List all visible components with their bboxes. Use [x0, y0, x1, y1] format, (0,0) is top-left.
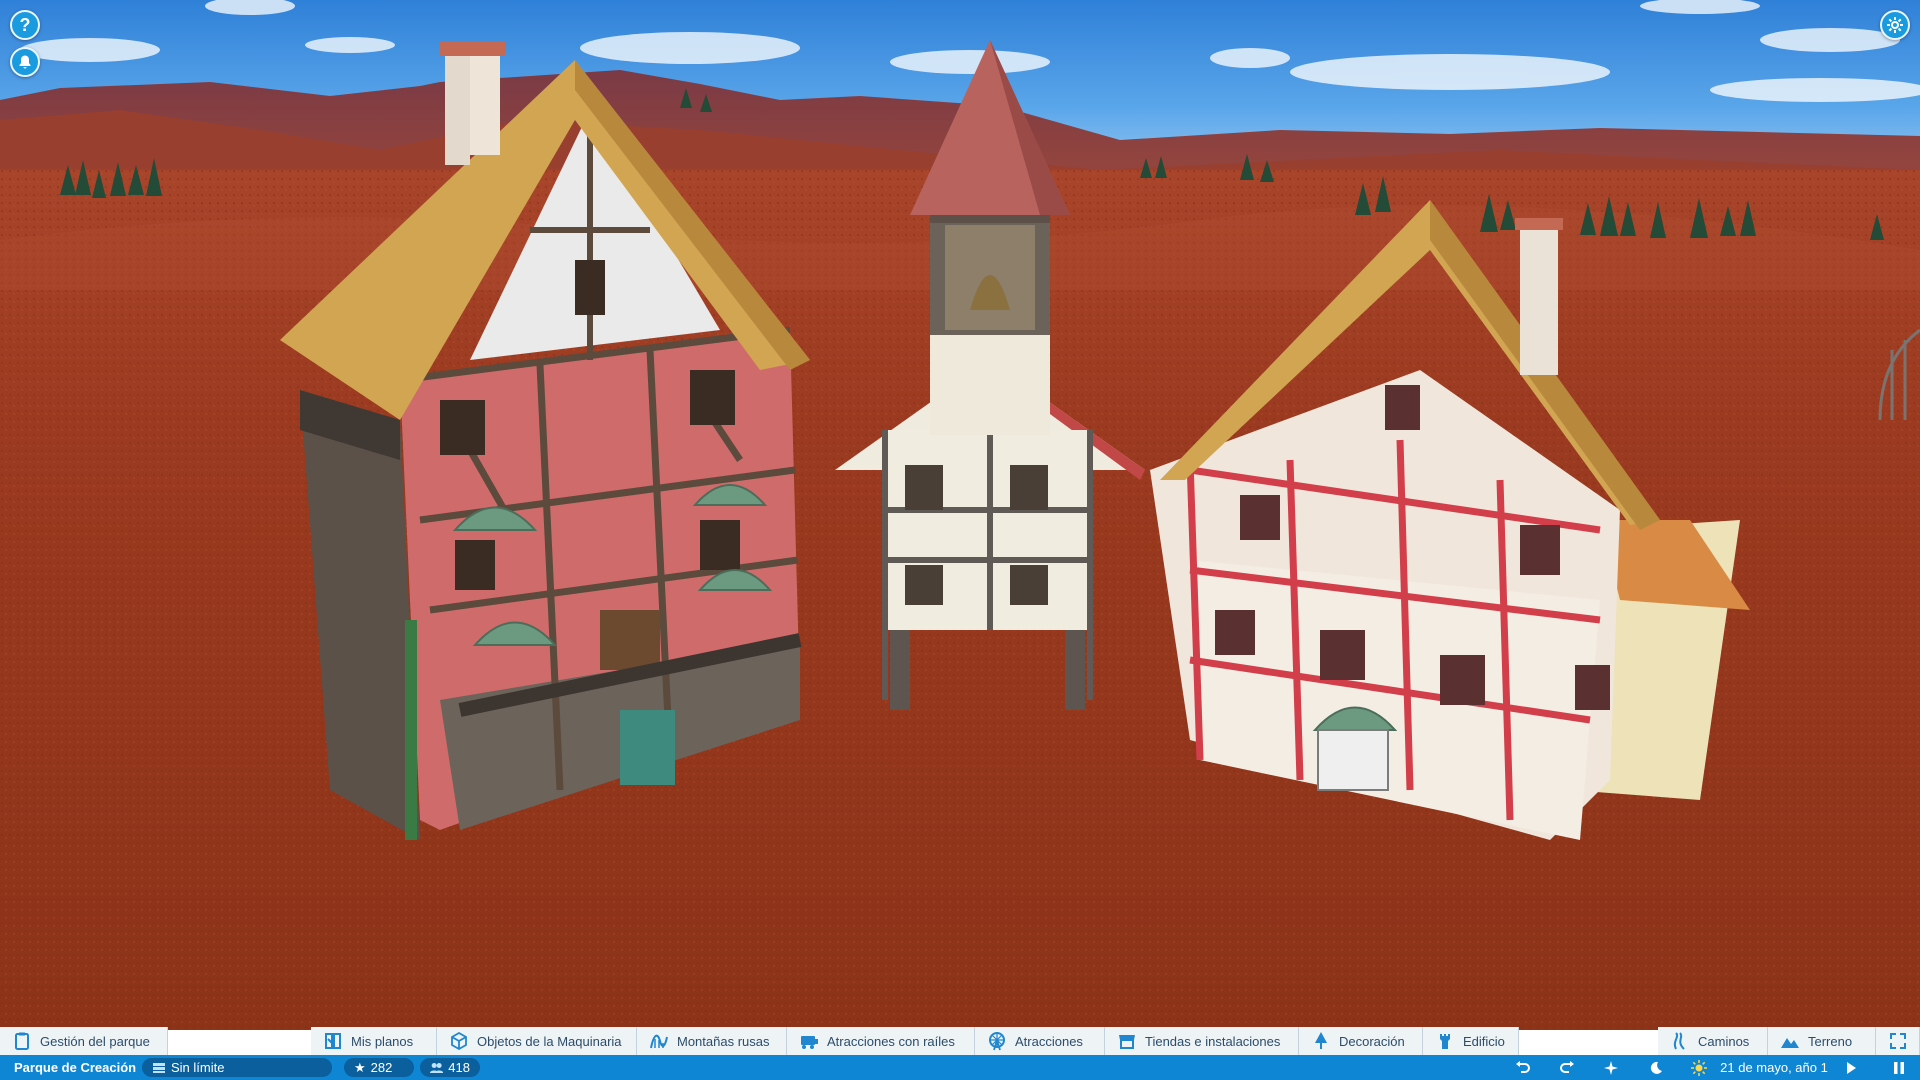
guests-icon: [430, 1062, 444, 1073]
toolbar-label: Montañas rusas: [677, 1033, 770, 1049]
clipboard-icon: [15, 1032, 29, 1050]
expand-button[interactable]: [1876, 1027, 1920, 1055]
park-management-button[interactable]: Gestión del parque: [0, 1027, 168, 1055]
toolbar-label: Terreno: [1808, 1033, 1853, 1049]
toolbar-label: Atracciones con raíles: [827, 1033, 955, 1049]
blueprint-icon: [325, 1033, 341, 1049]
sparkle-button[interactable]: [1602, 1059, 1620, 1077]
date-display[interactable]: 21 de mayo, año 1: [1714, 1058, 1834, 1077]
shop-icon: [1119, 1035, 1135, 1049]
speed-play-button[interactable]: [1842, 1059, 1860, 1077]
guest-count[interactable]: 418: [420, 1058, 480, 1077]
toolbar-building[interactable]: Edificio: [1423, 1027, 1519, 1055]
day-night-button[interactable]: [1646, 1059, 1664, 1077]
star-icon: ★: [354, 1059, 366, 1075]
ferris-wheel-icon: [989, 1032, 1005, 1051]
guests-value: 418: [448, 1060, 470, 1075]
build-toolbar: Gestión del parque Mis planos Objetos de…: [0, 1027, 1920, 1055]
path-icon: [1673, 1032, 1685, 1050]
sun-icon: [1691, 1059, 1707, 1076]
date-value: 21 de mayo, año 1: [1720, 1060, 1828, 1075]
rating-value: 282: [370, 1060, 393, 1075]
toolbar-label: Objetos de la Maquinaria: [477, 1033, 622, 1049]
mountain-icon: [1781, 1038, 1799, 1048]
help-icon: ?: [19, 14, 31, 35]
moon-icon: [1650, 1061, 1662, 1074]
coaster-icon: [650, 1034, 668, 1049]
toolbar-scenery[interactable]: Decoración: [1299, 1027, 1423, 1055]
money-value: Sin límite: [171, 1060, 225, 1075]
toolbar-label: Edificio: [1463, 1033, 1505, 1049]
toolbar-terrain[interactable]: Terreno: [1768, 1027, 1876, 1055]
gear-icon: [1887, 17, 1903, 33]
undo-button[interactable]: [1514, 1059, 1532, 1077]
redo-button[interactable]: [1558, 1059, 1576, 1077]
toolbar-shops-facilities[interactable]: Tiendas e instalaciones: [1105, 1027, 1299, 1055]
toolbar-label: Tiendas e instalaciones: [1145, 1033, 1281, 1049]
tree-icon: [1315, 1032, 1327, 1049]
help-button[interactable]: ?: [10, 10, 40, 40]
toolbar-machinery-objects[interactable]: Objetos de la Maquinaria: [437, 1027, 637, 1055]
cube-icon: [451, 1031, 467, 1051]
toolbar-label: Atracciones: [1015, 1033, 1083, 1049]
toolbar-rides[interactable]: Atracciones: [975, 1027, 1105, 1055]
money-icon: [153, 1062, 165, 1073]
tower-icon: [1440, 1034, 1450, 1049]
park-rating[interactable]: ★ 282: [344, 1058, 414, 1077]
notifications-button[interactable]: [10, 47, 40, 77]
toolbar-track-rides[interactable]: Atracciones con raíles: [787, 1027, 975, 1055]
pause-button[interactable]: [1890, 1059, 1908, 1077]
toolbar-roller-coasters[interactable]: Montañas rusas: [637, 1027, 787, 1055]
undo-icon: [1516, 1060, 1530, 1073]
pause-icon: [1894, 1061, 1904, 1074]
bell-icon: [19, 55, 31, 69]
play-icon: [1847, 1061, 1856, 1074]
redo-icon: [1560, 1060, 1574, 1073]
toolbar-label: Mis planos: [351, 1033, 414, 1049]
park-name[interactable]: Parque de Creación: [14, 1060, 142, 1075]
status-bar: Parque de Creación Sin límite ★ 282 418 …: [0, 1055, 1920, 1080]
money-display[interactable]: Sin límite: [142, 1058, 332, 1077]
weather-button[interactable]: [1690, 1059, 1708, 1077]
toolbar-blueprints[interactable]: Mis planos: [311, 1027, 437, 1055]
toolbar-label: Decoración: [1339, 1033, 1405, 1049]
settings-button[interactable]: [1880, 10, 1910, 40]
toolbar-label: Caminos: [1698, 1033, 1750, 1049]
toolbar-paths[interactable]: Caminos: [1658, 1027, 1768, 1055]
sparkle-icon: [1604, 1060, 1618, 1075]
train-icon: [801, 1036, 818, 1049]
game-viewport[interactable]: [0, 0, 1920, 1080]
expand-icon: [1889, 1033, 1906, 1049]
park-management-label: Gestión del parque: [40, 1033, 150, 1049]
